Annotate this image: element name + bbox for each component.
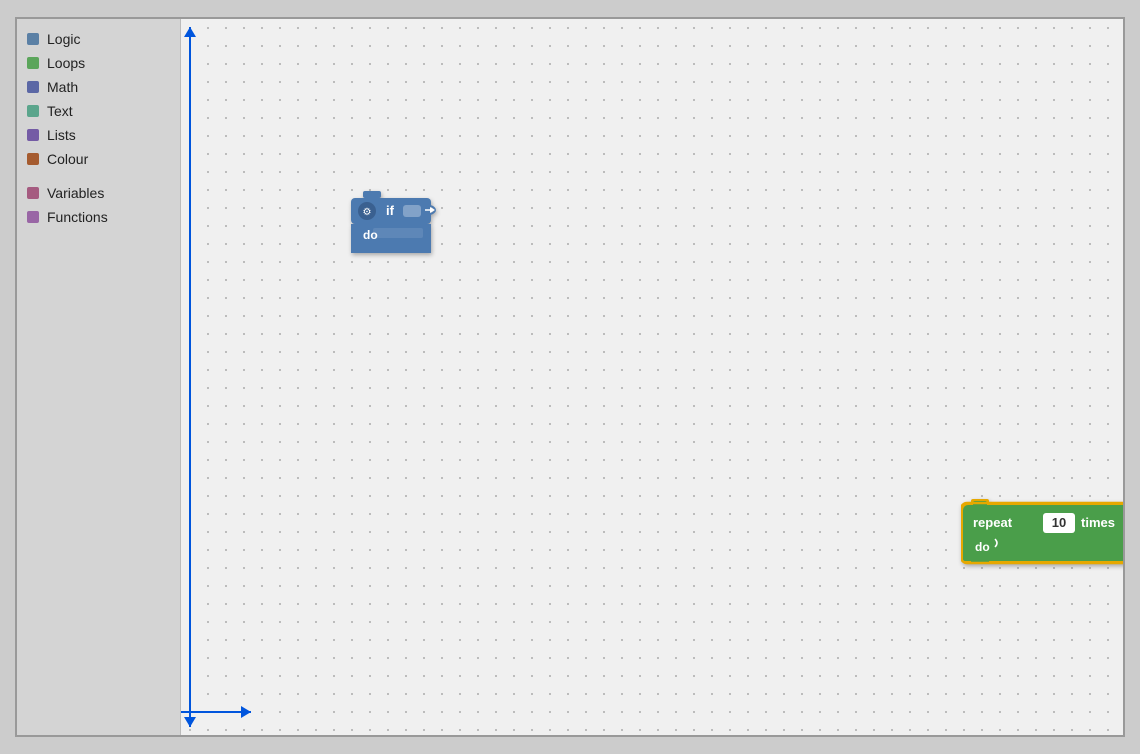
if-block[interactable]: ⚙ if do	[351, 191, 441, 258]
colour-color	[27, 153, 39, 165]
sidebar-item-variables[interactable]: Variables	[17, 181, 180, 205]
sidebar-item-text[interactable]: Text	[17, 99, 180, 123]
functions-color	[27, 211, 39, 223]
sidebar: Logic Loops Math Text Lists Colour Varia…	[17, 19, 181, 735]
canvas-area[interactable]: ⚙ if do	[181, 19, 1123, 735]
sidebar-label-variables: Variables	[47, 185, 104, 201]
sidebar-label-logic: Logic	[47, 31, 80, 47]
lists-color	[27, 129, 39, 141]
sidebar-item-lists[interactable]: Lists	[17, 123, 180, 147]
text-color	[27, 105, 39, 117]
sidebar-item-loops[interactable]: Loops	[17, 51, 180, 75]
sidebar-label-math: Math	[47, 79, 78, 95]
svg-text:repeat: repeat	[973, 515, 1013, 530]
svg-text:⚙: ⚙	[363, 207, 372, 218]
loops-color	[27, 57, 39, 69]
sidebar-item-math[interactable]: Math	[17, 75, 180, 99]
sidebar-label-lists: Lists	[47, 127, 76, 143]
svg-text:do: do	[975, 540, 990, 554]
svg-text:10: 10	[1052, 515, 1066, 530]
svg-text:times: times	[1081, 515, 1115, 530]
sidebar-label-text: Text	[47, 103, 73, 119]
main-container: Logic Loops Math Text Lists Colour Varia…	[15, 17, 1125, 737]
horizontal-arrow	[181, 711, 251, 713]
logic-color	[27, 33, 39, 45]
variables-color	[27, 187, 39, 199]
math-color	[27, 81, 39, 93]
sidebar-item-logic[interactable]: Logic	[17, 27, 180, 51]
sidebar-item-functions[interactable]: Functions	[17, 205, 180, 229]
sidebar-label-loops: Loops	[47, 55, 85, 71]
svg-text:if: if	[386, 203, 395, 218]
repeat-block[interactable]: repeat 10 times do	[961, 499, 1123, 572]
sidebar-item-colour[interactable]: Colour	[17, 147, 180, 171]
sidebar-label-colour: Colour	[47, 151, 88, 167]
vertical-arrow	[189, 27, 191, 727]
sidebar-label-functions: Functions	[47, 209, 108, 225]
